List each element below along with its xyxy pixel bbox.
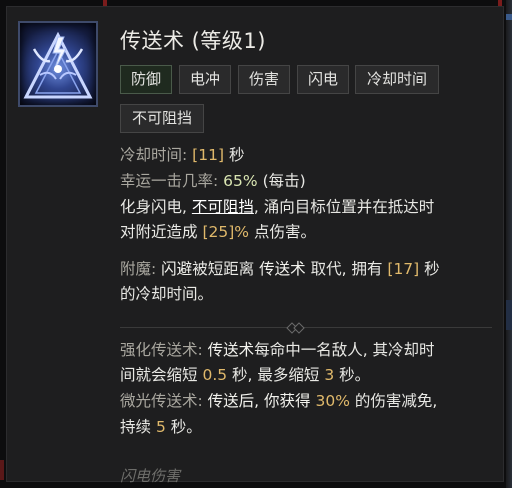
desc-text: , 涌向目标位置并在抵达时 (253, 198, 435, 216)
skill-tooltip: 传送术 (等级1) 防御 电冲 伤害 闪电 冷却时间 不可阻挡 冷却时间: [1… (6, 6, 504, 485)
cooldown-value: [11] (192, 146, 224, 164)
left-edge-decoration (0, 460, 4, 480)
enchant-label: 附魔: (120, 260, 157, 278)
upgrade-text: 的伤害减免, (354, 392, 438, 410)
edge-chip (506, 14, 512, 20)
enchant-line-1: 附魔: 闪避被短距离 传送术 取代, 拥有 [17] 秒 (120, 259, 440, 279)
divider-ornament-icon (286, 322, 305, 334)
damage-value: [25]% (202, 223, 249, 241)
skill-title: 传送术 (等级1) (120, 29, 266, 53)
tag-dash: 电冲 (179, 65, 231, 94)
screen-frame: 传送术 (等级1) 防御 电冲 伤害 闪电 冷却时间 不可阻挡 冷却时间: [1… (0, 0, 512, 488)
enchant-cooldown-value: [17] (387, 260, 420, 278)
tag-lightning: 闪电 (297, 65, 349, 94)
unstoppable-keyword: 不可阻挡 (191, 198, 254, 216)
enchant-line-2: 的冷却时间。 (120, 284, 213, 304)
tag-defense: 防御 (120, 65, 172, 94)
enchant-text: 取代, 拥有 (310, 260, 383, 278)
cooldown-unit: 秒 (228, 146, 245, 164)
tag-cooldown: 冷却时间 (355, 65, 439, 94)
upgrade-text: 每命中一名敌人, 其冷却时 (254, 341, 435, 359)
upgrade-keyword: 传送术 (207, 341, 255, 359)
cooldown-label: 冷却时间: (120, 146, 188, 164)
desc-text: 化身闪电, (120, 198, 187, 216)
edge-chip (506, 300, 512, 330)
enchant-keyword: 传送术 (259, 260, 306, 278)
upgrade-text: 传送后, 你获得 (207, 392, 311, 410)
lightning-crest-icon (23, 31, 93, 99)
upgrade-text: 秒。 (170, 418, 202, 436)
upgrade-label: 强化传送术: (120, 341, 203, 359)
lucky-hit-suffix: (每击) (262, 172, 306, 190)
upgrade-glinting-line-2: 持续 5 秒。 (120, 417, 202, 437)
enchant-text: 被短距离 (192, 260, 255, 278)
enchant-text: 的冷却时间。 (120, 285, 214, 303)
upgrade-value: 3 (324, 366, 335, 384)
upgrade-text: 持续 (120, 418, 152, 436)
enchant-text: 秒 (424, 260, 440, 278)
upgrade-value: 30% (315, 392, 350, 410)
upgrade-label: 微光传送术: (120, 392, 203, 410)
skill-icon-frame (18, 21, 98, 107)
desc-text: 点伤害。 (253, 223, 316, 241)
upgrade-value: 5 (155, 418, 166, 436)
description-line-2: 对附近造成 [25]% 点伤害。 (120, 222, 316, 242)
enchant-keyword: 闪避 (161, 260, 193, 278)
desc-text: 对附近造成 (120, 223, 198, 241)
upgrade-value: 0.5 (202, 366, 228, 384)
upgrade-text: 间就会缩短 (120, 366, 198, 384)
upgrade-text: 秒, 最多缩短 (232, 366, 320, 384)
upgrade-glinting-line-1: 微光传送术: 传送后, 你获得 30% 的伤害减免, (120, 391, 437, 411)
upgrade-enhanced-line-1: 强化传送术: 传送术每命中一名敌人, 其冷却时 (120, 340, 435, 360)
tag-unstoppable: 不可阻挡 (120, 104, 204, 133)
right-edge-decoration (506, 0, 512, 488)
upgrade-text: 秒。 (339, 366, 371, 384)
tag-damage: 伤害 (238, 65, 290, 94)
cooldown-stat: 冷却时间: [11] 秒 (120, 145, 244, 165)
lucky-hit-label: 幸运一击几率: (120, 172, 219, 190)
description-line-1: 化身闪电, 不可阻挡, 涌向目标位置并在抵达时 (120, 197, 434, 217)
lucky-hit-stat: 幸运一击几率: 65% (每击) (120, 171, 306, 191)
upgrade-enhanced-line-2: 间就会缩短 0.5 秒, 最多缩短 3 秒。 (120, 365, 370, 385)
lucky-hit-value: 65% (223, 172, 258, 190)
damage-type-footer: 闪电伤害 (120, 467, 181, 485)
